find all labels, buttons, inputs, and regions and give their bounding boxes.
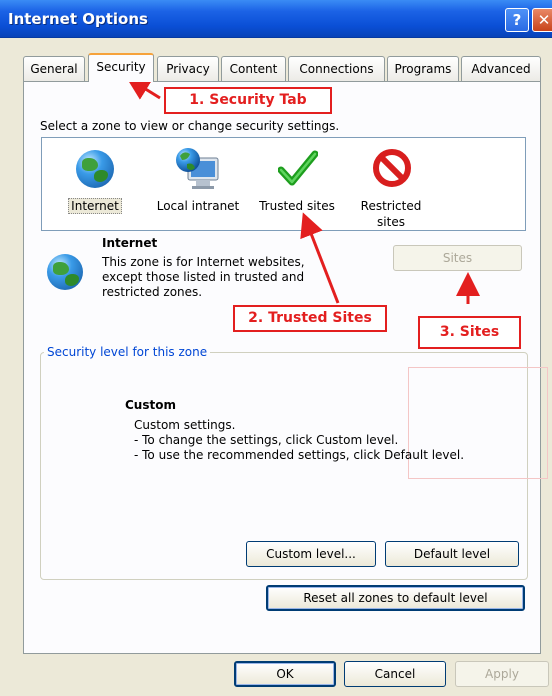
window-title: Internet Options (8, 10, 148, 28)
annotation-sites: 3. Sites (418, 316, 521, 349)
custom-level-button[interactable]: Custom level... (246, 541, 376, 567)
sites-button[interactable]: Sites (393, 245, 522, 271)
computer-globe-icon (174, 146, 222, 192)
security-level-title: Custom (125, 398, 176, 412)
security-level-line: - To use the recommended settings, click… (134, 448, 465, 462)
apply-button[interactable]: Apply (455, 661, 549, 687)
help-button[interactable]: ? (505, 8, 529, 32)
default-level-button[interactable]: Default level (385, 541, 519, 567)
zone-label-line1: Restricted (360, 199, 422, 213)
zone-list: Internet Local intranet Trusted sites Re… (41, 137, 526, 231)
selected-zone-globe-icon (47, 254, 83, 290)
annotation-security-tab: 1. Security Tab (164, 87, 332, 114)
tab-programs[interactable]: Programs (387, 56, 459, 81)
title-bar: Internet Options ? ✕ (0, 0, 552, 38)
zone-prompt: Select a zone to view or change security… (40, 119, 340, 133)
no-entry-icon (372, 148, 412, 188)
cancel-button[interactable]: Cancel (344, 661, 446, 687)
security-level-description: Custom settings. - To change the setting… (134, 418, 464, 463)
tab-general[interactable]: General (23, 56, 85, 81)
annotation-trusted-sites: 2. Trusted Sites (233, 305, 387, 332)
zone-label: Local intranet (156, 199, 240, 213)
tab-content[interactable]: Content (221, 56, 286, 81)
selected-zone-description: This zone is for Internet websites, exce… (102, 255, 305, 299)
security-level-line: Custom settings. (134, 418, 236, 432)
reset-all-zones-button[interactable]: Reset all zones to default level (266, 585, 525, 611)
security-level-group-label: Security level for this zone (44, 345, 211, 359)
selected-zone-title: Internet (102, 236, 158, 250)
zone-label: Internet (68, 198, 122, 214)
globe-icon (76, 150, 114, 188)
close-button[interactable]: ✕ (532, 8, 552, 32)
zone-trusted-sites[interactable]: Trusted sites (252, 144, 342, 228)
security-level-line: - To change the settings, click Custom l… (134, 433, 399, 447)
zone-internet[interactable]: Internet (60, 144, 130, 228)
zone-label-line2: sites (377, 215, 405, 229)
ok-button[interactable]: OK (234, 661, 336, 687)
zone-restricted-sites[interactable]: Restricted sites (348, 144, 434, 229)
zone-local-intranet[interactable]: Local intranet (146, 144, 250, 228)
zone-label: Trusted sites (259, 199, 335, 213)
checkmark-icon (277, 150, 319, 188)
tab-security[interactable]: Security (88, 53, 154, 82)
tab-advanced[interactable]: Advanced (461, 56, 541, 81)
tab-privacy[interactable]: Privacy (157, 56, 219, 81)
tab-connections[interactable]: Connections (288, 56, 385, 81)
